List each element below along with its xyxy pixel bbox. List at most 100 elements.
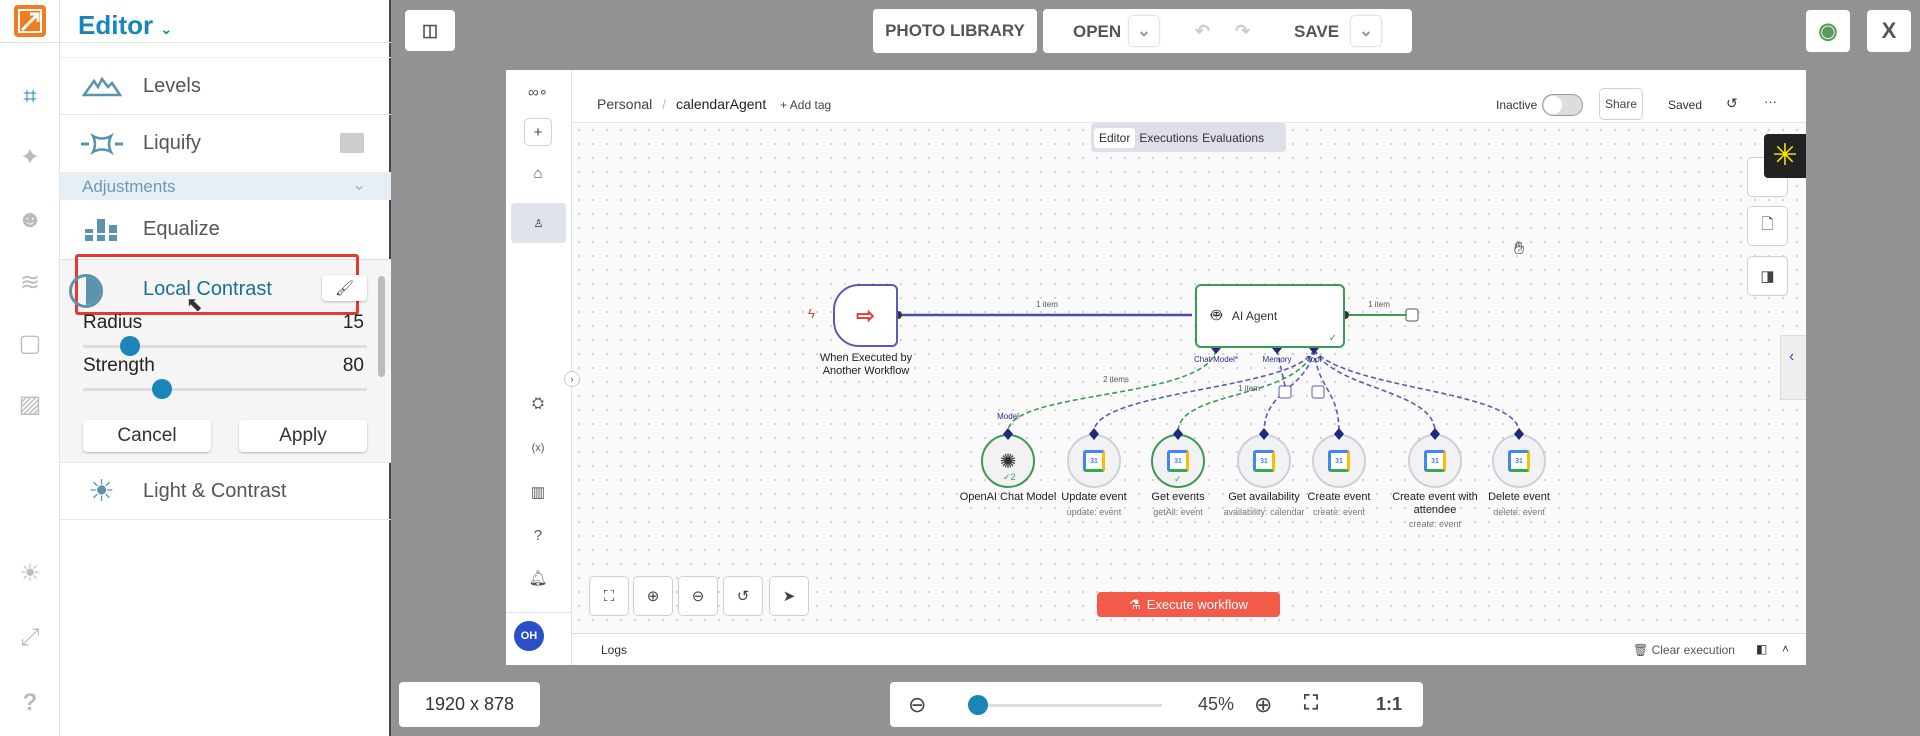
save-button[interactable]: SAVE [1294, 22, 1339, 42]
radius-slider[interactable] [83, 336, 367, 356]
port-label: Model [997, 412, 1019, 421]
slider-thumb[interactable] [968, 695, 988, 715]
node-label: Delete event [1488, 491, 1550, 503]
node-subtitle: getAll: event [1153, 507, 1203, 517]
google-calendar-icon: 31 [1083, 450, 1105, 472]
node-label: Get events [1151, 491, 1205, 503]
radius-label: Radius [83, 312, 143, 333]
get-availability-node[interactable]: 31 [1237, 434, 1291, 488]
image-canvas[interactable]: ∞∘ + ⌂ ♙ ⛭ (x) ▥ ? 🔔︎ OH › Personal / ca… [506, 70, 1806, 665]
slider-thumb[interactable] [152, 379, 172, 399]
clear-execution-button[interactable]: 🗑︎ Clear execution [1633, 643, 1735, 657]
crop-icon[interactable]: ⌗ [0, 77, 60, 117]
tidy-up-icon[interactable]: ➤ [769, 576, 809, 616]
reset-zoom-icon[interactable]: ↺ [723, 576, 763, 616]
ai-agent-node[interactable]: 🤖︎ AI Agent ✓ [1195, 284, 1345, 348]
texture-icon[interactable]: ▨ [0, 384, 60, 424]
file-toolbar: OPEN ⌄ ↶ ↷ SAVE ⌄ [1043, 9, 1412, 53]
add-memory-icon [1278, 385, 1292, 399]
magic-wand-icon[interactable]: ✦ [0, 137, 60, 177]
node-label: AI Agent [1231, 309, 1278, 323]
execute-workflow-trigger-icon: ⇨ [856, 302, 875, 328]
trigger-label: When Executed by Another Workflow [819, 352, 913, 377]
flask-icon: ⚗ [1129, 596, 1141, 612]
logs-bar[interactable]: Logs 🗑︎ Clear execution ◧ ˄ [572, 633, 1806, 665]
strength-slider[interactable] [83, 379, 367, 399]
help-icon[interactable]: ? [0, 683, 60, 723]
node-subtitle: create: event [1408, 519, 1462, 529]
node-label: Create event with [1392, 491, 1478, 503]
run-count-badge: ✓2 [1003, 472, 1016, 482]
chevron-up-icon[interactable]: ˄ [1782, 642, 1789, 656]
zoom-slider[interactable] [968, 695, 1162, 715]
delete-event-node[interactable]: 31 [1492, 434, 1546, 488]
mouse-cursor-icon: ⬉ [186, 294, 203, 316]
menu-item-liquify[interactable]: Liquify [60, 115, 391, 173]
menu-item-light-contrast[interactable]: ☀ Light & Contrast [60, 462, 391, 520]
fit-screen-icon[interactable]: ⛶ [1304, 692, 1318, 715]
trigger-node[interactable]: ⇨ [833, 284, 898, 347]
panel-title: Editor [78, 10, 154, 40]
add-tool-icon [1311, 385, 1325, 399]
google-calendar-icon: 31 [1328, 450, 1350, 472]
menu-item-levels[interactable]: Levels [60, 58, 391, 115]
equalize-icon [60, 218, 143, 241]
update-event-node[interactable]: 31 [1067, 434, 1121, 488]
edge-label: 2 items [1103, 375, 1129, 384]
node-subtitle: delete: event [1493, 507, 1545, 517]
port-label: Tool [1306, 355, 1322, 364]
create-event-node[interactable]: 31 [1312, 434, 1366, 488]
app-logo[interactable] [0, 0, 60, 43]
zoom-out-icon[interactable]: ⊖ [908, 692, 926, 718]
pop-out-icon[interactable]: ◧ [1756, 642, 1767, 656]
trash-icon: 🗑︎ [1633, 643, 1649, 657]
strength-value[interactable]: 80 [342, 355, 364, 377]
face-icon[interactable]: ☻ [0, 200, 60, 240]
redo-icon[interactable]: ↷ [1235, 21, 1250, 42]
photo-library-button[interactable]: PHOTO LIBRARY [873, 9, 1037, 53]
clear-label: Clear execution [1651, 643, 1735, 657]
tool-rail: ⌗ ✦ ☻ ≋ ▢ ▨ ☀ ⤢ ? [0, 0, 60, 736]
create-event-attendee-node[interactable]: 31 [1408, 434, 1462, 488]
chevron-down-icon: ⌄ [160, 21, 173, 37]
save-dropdown-chevron-icon[interactable]: ⌄ [1351, 16, 1381, 46]
liquify-icon [60, 132, 143, 155]
execute-workflow-button[interactable]: ⚗ Execute workflow [1097, 592, 1280, 617]
menu-item-label: Liquify [143, 132, 201, 154]
apply-button[interactable]: Apply [239, 420, 367, 452]
zoom-out-icon[interactable]: ⊖ [678, 576, 718, 616]
local-contrast-icon [69, 274, 103, 308]
fit-view-icon[interactable]: ⛶ [589, 576, 629, 616]
menu-item-label: Light & Contrast [143, 479, 287, 502]
node-label: OpenAI Chat Model [959, 491, 1057, 503]
close-button[interactable]: X [1867, 10, 1911, 52]
open-dropdown-chevron-icon[interactable]: ⌄ [1129, 16, 1159, 46]
fullscreen-icon[interactable]: ⤢ [0, 618, 60, 658]
panel-header[interactable]: Editor ⌄ [60, 0, 391, 43]
port-label: Memory [1262, 355, 1292, 364]
menu-item-equalize[interactable]: Equalize [60, 200, 391, 259]
scrollbar[interactable] [378, 276, 385, 377]
chevron-down-icon: ⌄ [352, 175, 367, 194]
compare-toggle-button[interactable]: ◫ [405, 10, 455, 51]
brush-button[interactable]: 🖌 [322, 275, 367, 301]
slider-thumb[interactable] [120, 336, 140, 356]
radius-value[interactable]: 15 [342, 312, 364, 334]
local-contrast-title[interactable]: Local Contrast [143, 278, 272, 301]
levels-icon [60, 75, 143, 97]
google-calendar-icon: 31 [1167, 450, 1189, 472]
strength-label: Strength [83, 355, 155, 376]
success-check-icon: ✓ [1328, 333, 1337, 344]
undo-icon[interactable]: ↶ [1195, 21, 1210, 42]
account-button[interactable]: ◉ [1806, 10, 1850, 52]
cancel-button[interactable]: Cancel [83, 420, 211, 452]
lightbulb-icon[interactable]: ☀ [0, 553, 60, 593]
execute-label: Execute workflow [1146, 597, 1248, 612]
actual-size-button[interactable]: 1:1 [1376, 694, 1402, 715]
zoom-in-icon[interactable]: ⊕ [1254, 692, 1272, 718]
section-adjustments[interactable]: Adjustments ⌄ [60, 173, 391, 200]
layers-icon[interactable]: ≋ [0, 262, 60, 302]
open-button[interactable]: OPEN [1073, 22, 1121, 42]
frame-icon[interactable]: ▢ [0, 323, 60, 363]
zoom-in-icon[interactable]: ⊕ [633, 576, 673, 616]
